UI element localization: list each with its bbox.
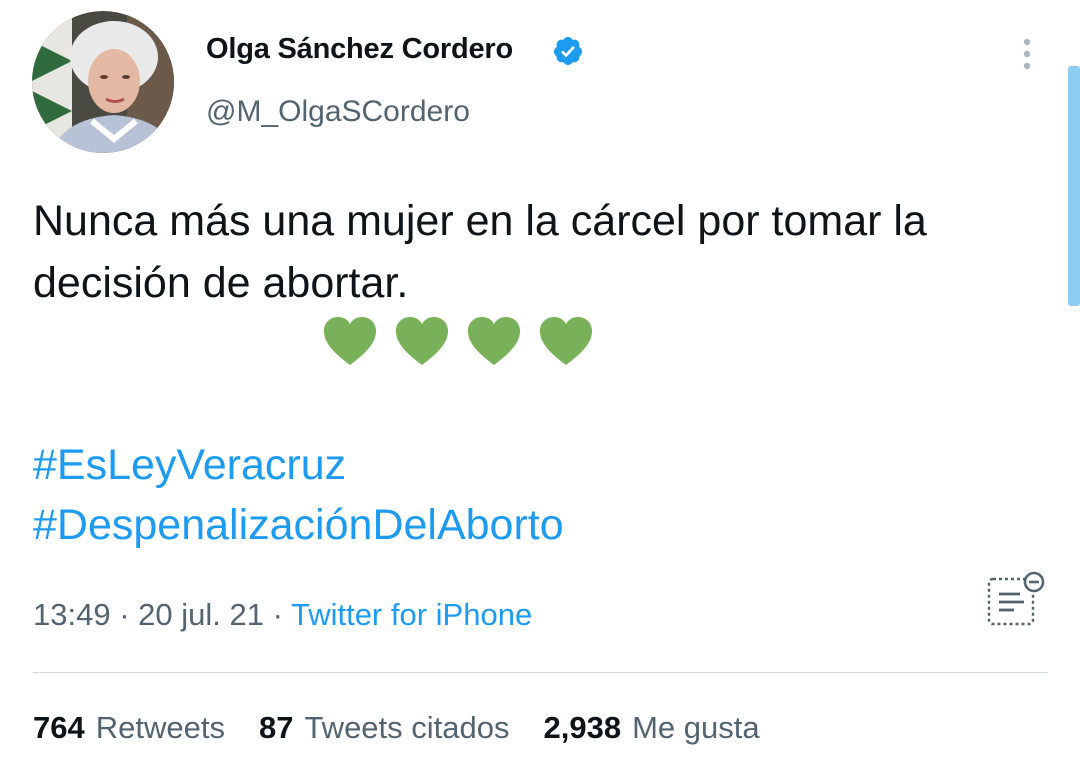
engagement-stats: 764 Retweets 87 Tweets citados 2,938 Me gus… [33, 710, 760, 746]
author-name[interactable]: Olga Sánchez Cordero [206, 33, 513, 66]
green-heart-icon [396, 317, 448, 365]
meta-separator: · [110, 597, 139, 632]
quotes-count: 87 [258, 710, 294, 745]
likes-label: Me gusta [632, 710, 760, 745]
green-heart-icon [324, 317, 376, 365]
green-heart-icon [468, 317, 520, 365]
tweet-source-link[interactable]: Twitter for iPhone [291, 597, 532, 632]
likes-stat[interactable]: 2,938 Me gusta [544, 710, 760, 746]
tweet-analytics-icon[interactable] [984, 570, 1048, 630]
avatar[interactable] [32, 11, 174, 153]
tweet-text: Nunca más una mujer en la cárcel por tom… [33, 197, 927, 307]
tweet-date[interactable]: 20 jul. 21 [138, 597, 264, 632]
hashtag-link[interactable]: #EsLeyVeracruz [33, 436, 346, 494]
tweet-meta: 13:49 · 20 jul. 21 · Twitter for iPhone [33, 597, 532, 633]
scrollbar-thumb[interactable] [1068, 66, 1080, 306]
quotes-label: Tweets citados [304, 710, 510, 745]
likes-count: 2,938 [543, 710, 622, 745]
divider [33, 672, 1048, 673]
meta-separator: · [263, 597, 291, 632]
green-heart-icon [540, 317, 592, 365]
retweets-label: Retweets [95, 710, 225, 745]
tweet-time[interactable]: 13:49 [33, 597, 111, 632]
retweets-stat[interactable]: 764 Retweets [33, 710, 225, 746]
emoji-row [322, 315, 594, 371]
hashtag-link[interactable]: #DespenalizaciónDelAborto [33, 496, 564, 554]
quotes-stat[interactable]: 87 Tweets citados [259, 710, 510, 746]
verified-badge-icon [553, 37, 582, 65]
author-handle[interactable]: @M_OlgaSCordero [206, 95, 470, 129]
more-options-icon[interactable] [1012, 34, 1042, 74]
retweets-count: 764 [33, 710, 85, 745]
